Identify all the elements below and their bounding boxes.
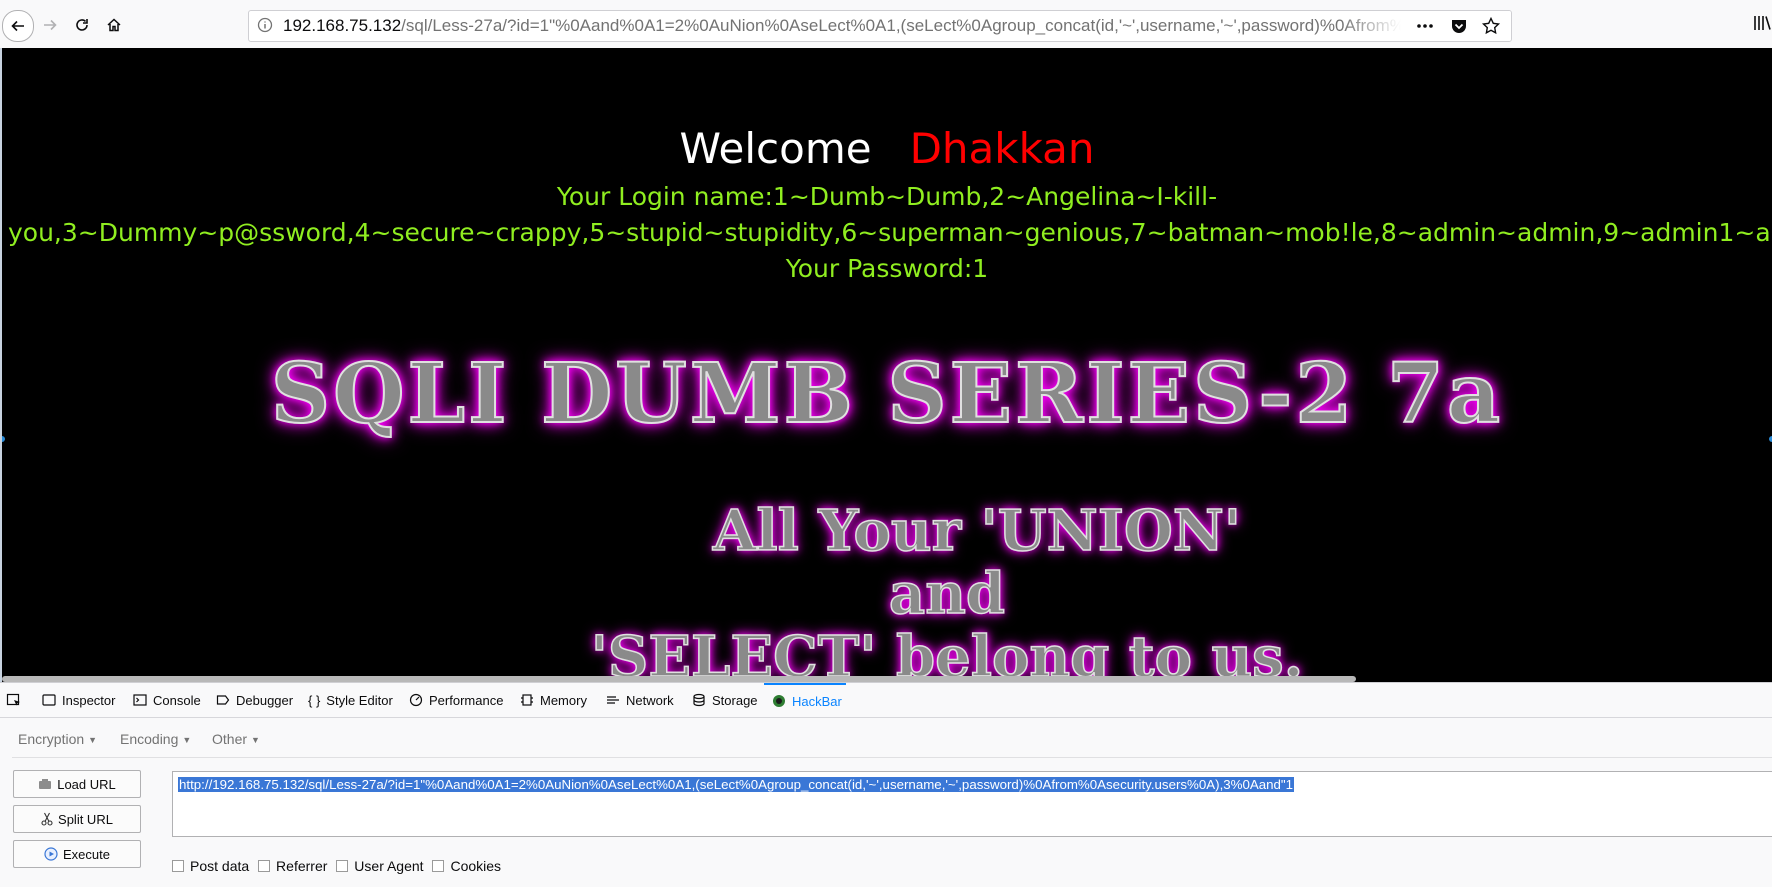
tab-label: HackBar <box>792 693 842 709</box>
login-name-line-2: you,3~Dummy~p@ssword,4~secure~crappy,5~s… <box>8 218 1772 247</box>
button-label: Split URL <box>58 811 113 827</box>
menu-label: Other <box>212 731 248 747</box>
element-picker-icon[interactable] <box>6 692 22 712</box>
hackbar-menu: Encryption ▼ Encoding ▼ Other ▼ <box>12 727 1772 758</box>
browser-toolbar: 192.168.75.132/sql/Less-27a/?id=1"%0Aand… <box>0 0 1772 49</box>
tab-inspector[interactable]: Inspector <box>42 683 115 717</box>
tab-performance[interactable]: Performance <box>409 683 503 717</box>
tab-hackbar[interactable]: HackBar <box>764 683 846 717</box>
url-fade <box>1341 11 1401 41</box>
back-button[interactable] <box>2 10 34 42</box>
url-text[interactable]: 192.168.75.132/sql/Less-27a/?id=1"%0Aand… <box>283 11 1511 41</box>
tab-debugger[interactable]: Debugger <box>216 683 293 717</box>
tab-network[interactable]: Network <box>606 683 674 717</box>
tab-console[interactable]: Console <box>133 683 201 717</box>
tab-label: Debugger <box>236 692 294 708</box>
scissors-icon <box>41 812 53 826</box>
hackbar-options: Post data Referrer User Agent Cookies <box>172 858 506 875</box>
menu-label: Encoding <box>120 731 179 747</box>
performance-icon <box>409 693 423 707</box>
subtitle-line-2: and <box>888 561 1006 627</box>
debugger-icon <box>216 693 230 707</box>
series-title-image: SQLI DUMB SERIES-2 7a <box>270 345 1504 443</box>
caret-down-icon: ▼ <box>88 735 98 746</box>
devtools-tabbar: Inspector Console Debugger { } Style Edit… <box>0 683 1772 718</box>
reload-button[interactable] <box>67 10 97 40</box>
button-label: Execute <box>63 846 110 862</box>
execute-button[interactable]: Execute <box>13 840 141 868</box>
devtools-panel: Inspector Console Debugger { } Style Edit… <box>0 682 1772 887</box>
style-editor-icon: { } <box>308 692 321 708</box>
referrer-checkbox[interactable] <box>258 860 271 872</box>
option-label: Cookies <box>450 858 502 874</box>
cookies-option[interactable]: Cookies <box>432 858 501 874</box>
library-icon[interactable] <box>1752 13 1772 37</box>
referrer-option[interactable]: Referrer <box>258 858 327 874</box>
forward-button[interactable] <box>35 10 65 40</box>
bookmark-star-icon[interactable] <box>1481 16 1501 40</box>
post-data-checkbox[interactable] <box>172 860 184 872</box>
subtitle-line-3: 'SELECT' belong to us. <box>590 624 1304 682</box>
option-label: User Agent <box>354 858 424 874</box>
tab-label: Console <box>153 692 201 708</box>
subtitle-line-1: All Your 'UNION' <box>712 498 1242 564</box>
tab-label: Storage <box>712 692 758 708</box>
option-label: Referrer <box>276 858 328 874</box>
tab-label: Inspector <box>62 692 116 708</box>
menu-label: Encryption <box>18 731 85 747</box>
tab-memory[interactable]: Memory <box>520 683 587 717</box>
play-icon <box>44 847 58 861</box>
post-data-option[interactable]: Post data <box>172 858 249 874</box>
password-line: Your Password:1 <box>785 254 989 283</box>
encoding-menu[interactable]: Encoding ▼ <box>120 731 191 747</box>
url-host: 192.168.75.132 <box>283 16 402 35</box>
username-text: Dhakkan <box>909 124 1095 173</box>
home-icon <box>107 18 121 32</box>
other-menu[interactable]: Other ▼ <box>212 731 260 747</box>
home-button[interactable] <box>99 10 129 40</box>
console-icon <box>133 693 147 707</box>
memory-icon <box>520 693 534 707</box>
tab-label: Style Editor <box>326 692 393 708</box>
button-label: Load URL <box>57 776 116 792</box>
tab-label: Memory <box>540 692 587 708</box>
option-label: Post data <box>190 858 250 874</box>
caret-down-icon: ▼ <box>182 735 192 746</box>
split-url-button[interactable]: Split URL <box>13 805 141 833</box>
tab-label: Performance <box>429 692 504 708</box>
caret-down-icon: ▼ <box>251 735 260 746</box>
web-page-content: Welcome Dhakkan Your Login name:1~Dumb~Du… <box>0 48 1772 682</box>
address-bar[interactable]: 192.168.75.132/sql/Less-27a/?id=1"%0Aand… <box>248 10 1512 42</box>
storage-icon <box>692 693 706 707</box>
user-agent-checkbox[interactable] <box>336 860 349 872</box>
cookies-checkbox[interactable] <box>432 860 445 872</box>
forward-arrow-icon <box>44 19 57 31</box>
welcome-heading: Welcome Dhakkan <box>2 124 1772 173</box>
more-dots-icon[interactable] <box>1415 16 1435 40</box>
login-name-line-1: Your Login name:1~Dumb~Dumb,2~Angelina~I… <box>556 182 1218 211</box>
load-url-icon <box>38 778 52 790</box>
encryption-menu[interactable]: Encryption ▼ <box>18 731 97 747</box>
pocket-icon[interactable] <box>1449 16 1469 40</box>
back-arrow-icon <box>11 20 24 32</box>
hackbar-icon <box>772 694 786 708</box>
tab-style-editor[interactable]: { } Style Editor <box>308 683 393 717</box>
url-actions <box>1401 11 1511 41</box>
welcome-text: Welcome <box>679 124 872 173</box>
hackbar-url-textarea[interactable]: http://192.168.75.132/sql/Less-27a/?id=1… <box>172 771 1772 837</box>
load-url-button[interactable]: Load URL <box>13 770 141 798</box>
reload-icon <box>76 19 88 31</box>
tab-label: Network <box>626 692 674 708</box>
info-icon[interactable] <box>257 17 273 37</box>
inspector-icon <box>42 693 56 707</box>
network-icon <box>606 693 620 707</box>
tab-storage[interactable]: Storage <box>692 683 758 717</box>
url-textarea-value: http://192.168.75.132/sql/Less-27a/?id=1… <box>178 777 1295 792</box>
user-agent-option[interactable]: User Agent <box>336 858 424 874</box>
